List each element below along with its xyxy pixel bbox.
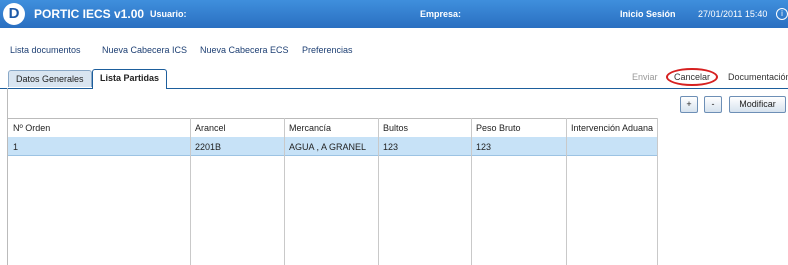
column-header-arancel[interactable]: Arancel [195,123,226,133]
cell-orden: 1 [13,142,19,152]
menu-nueva-cabecera-ics[interactable]: Nueva Cabecera ICS [102,45,187,55]
add-item-button[interactable]: + [680,96,698,113]
column-header-peso-bruto[interactable]: Peso Bruto [476,123,521,133]
modify-button[interactable]: Modificar [729,96,786,113]
company-label: Empresa: [420,9,462,19]
cell-bultos: 123 [383,142,399,152]
main-menu: Lista documentos Nueva Cabecera ICS Nuev… [0,28,788,62]
menu-lista-documentos[interactable]: Lista documentos [10,45,81,55]
cell-peso-bruto: 123 [476,142,492,152]
column-header-mercancia[interactable]: Mercancía [289,123,331,133]
portic-logo-icon: D [3,3,25,25]
app-title: PORTIC IECS v1.00 [34,7,145,21]
tab-lista-partidas[interactable]: Lista Partidas [92,69,168,89]
remove-item-button[interactable]: - [704,96,722,113]
column-header-intervencion[interactable]: Intervención Aduana [571,123,653,133]
tab-datos-generales[interactable]: Datos Generales [8,70,92,87]
partidas-table: Nº Orden Arancel Mercancía Bultos Peso B… [8,118,658,265]
app-header: D PORTIC IECS v1.00 Usuario: Empresa: In… [0,0,788,28]
column-divider [471,118,472,265]
cell-mercancia: AGUA , A GRANEL [289,142,367,152]
user-label: Usuario: [150,9,187,19]
cancel-button[interactable]: Cancelar [666,68,719,86]
column-divider [284,118,285,265]
table-header: Nº Orden Arancel Mercancía Bultos Peso B… [8,118,658,138]
session-label: Inicio Sesión [620,9,676,19]
table-row[interactable]: 1 2201B AGUA , A GRANEL 123 123 [8,137,658,156]
info-icon[interactable]: i [776,8,788,20]
column-header-orden[interactable]: Nº Orden [13,123,50,133]
column-divider [657,118,658,265]
session-datetime: 27/01/2011 15:40 [698,9,768,19]
menu-nueva-cabecera-ecs[interactable]: Nueva Cabecera ECS [200,45,289,55]
cell-arancel: 2201B [195,142,222,152]
column-divider [566,118,567,265]
tab-bar: Datos Generales Lista Partidas Enviar Ca… [0,68,788,89]
column-divider [378,118,379,265]
documentation-link[interactable]: Documentación [728,72,788,82]
column-divider [190,118,191,265]
send-button[interactable]: Enviar [632,72,658,82]
menu-preferencias[interactable]: Preferencias [302,45,353,55]
column-header-bultos[interactable]: Bultos [383,123,408,133]
